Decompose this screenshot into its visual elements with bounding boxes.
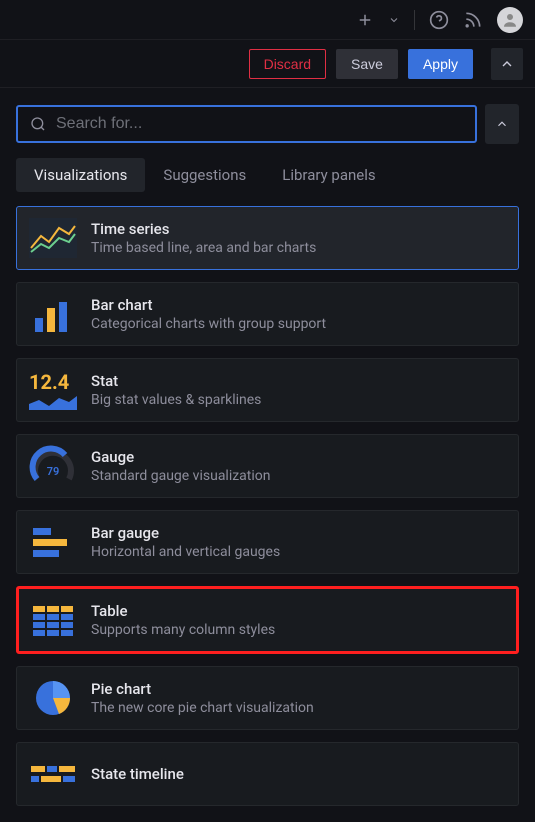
collapse-button[interactable] [491, 48, 523, 80]
gauge-icon: 79 [29, 445, 77, 487]
help-icon[interactable] [429, 10, 449, 30]
viz-stat[interactable]: 12.4 Stat Big stat values & sparklines [16, 358, 519, 422]
save-button[interactable]: Save [336, 49, 398, 79]
viz-desc: Supports many column styles [91, 622, 275, 638]
divider [414, 10, 415, 30]
discard-button[interactable]: Discard [249, 49, 326, 79]
state-timeline-icon [29, 753, 77, 795]
viz-desc: Categorical charts with group support [91, 316, 326, 332]
tab-visualizations[interactable]: Visualizations [16, 158, 145, 192]
panel-collapse-button[interactable] [485, 104, 519, 144]
viz-title: Gauge [91, 448, 271, 466]
apply-button[interactable]: Apply [408, 49, 473, 79]
viz-state-timeline[interactable]: State timeline [16, 742, 519, 806]
bar-gauge-icon [29, 521, 77, 563]
search-input[interactable] [56, 115, 463, 133]
viz-desc: Big stat values & sparklines [91, 392, 261, 408]
viz-pie-chart[interactable]: Pie chart The new core pie chart visuali… [16, 666, 519, 730]
rss-icon[interactable] [463, 10, 483, 30]
viz-title: Bar chart [91, 296, 326, 314]
tab-suggestions[interactable]: Suggestions [145, 158, 264, 192]
tab-library-panels[interactable]: Library panels [264, 158, 393, 192]
viz-title: Pie chart [91, 680, 314, 698]
stat-icon: 12.4 [29, 369, 77, 411]
viz-title: Table [91, 602, 275, 620]
viz-table[interactable]: Table Supports many column styles [16, 586, 519, 654]
viz-desc: The new core pie chart visualization [91, 700, 314, 716]
viz-time-series[interactable]: Time series Time based line, area and ba… [16, 206, 519, 270]
bar-chart-icon [29, 293, 77, 335]
viz-desc: Horizontal and vertical gauges [91, 544, 280, 560]
viz-desc: Standard gauge visualization [91, 468, 271, 484]
time-series-icon [29, 217, 77, 259]
search-icon [30, 116, 46, 132]
table-icon [29, 599, 77, 641]
add-chevron-icon[interactable] [388, 14, 400, 26]
viz-bar-gauge[interactable]: Bar gauge Horizontal and vertical gauges [16, 510, 519, 574]
viz-title: State timeline [91, 765, 184, 783]
add-icon[interactable] [356, 11, 374, 29]
pie-chart-icon [29, 677, 77, 719]
search-input-container[interactable] [16, 105, 477, 143]
viz-title: Bar gauge [91, 524, 280, 542]
avatar[interactable] [497, 7, 523, 33]
viz-title: Time series [91, 220, 316, 238]
viz-gauge[interactable]: 79 Gauge Standard gauge visualization [16, 434, 519, 498]
viz-desc: Time based line, area and bar charts [91, 240, 316, 256]
viz-bar-chart[interactable]: Bar chart Categorical charts with group … [16, 282, 519, 346]
svg-text:79: 79 [47, 465, 60, 478]
viz-title: Stat [91, 372, 261, 390]
